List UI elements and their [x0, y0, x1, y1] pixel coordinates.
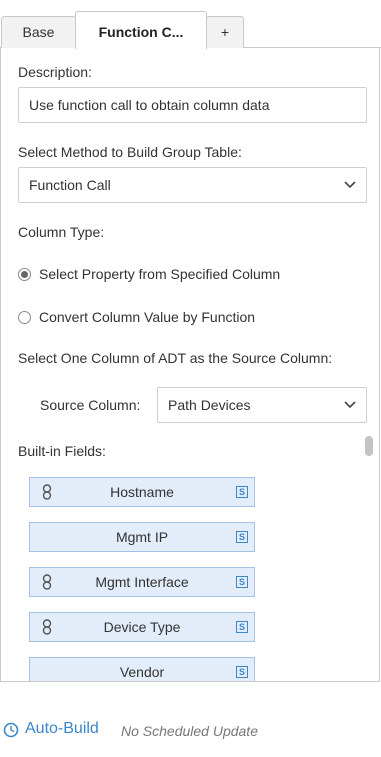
radio-checked-icon[interactable] [18, 268, 31, 281]
string-type-icon: S [236, 486, 248, 498]
description-label: Description: [18, 64, 92, 80]
tab-base[interactable]: Base [1, 16, 76, 48]
radio-convert-value[interactable]: Convert Column Value by Function [18, 307, 255, 327]
radio-unchecked-icon[interactable] [18, 311, 31, 324]
description-input[interactable]: Use function call to obtain column data [18, 87, 367, 123]
auto-build-link[interactable]: Auto-Build [25, 720, 99, 738]
field-item-mgmt-interface[interactable]: Mgmt Interface S [29, 567, 255, 597]
scrollbar-thumb[interactable] [365, 436, 373, 456]
field-item-label: Mgmt Interface [95, 574, 189, 590]
footer-bar: Auto-Build No Scheduled Update [0, 710, 381, 750]
schedule-status: No Scheduled Update [121, 723, 258, 739]
field-item-label: Mgmt IP [115, 529, 169, 545]
link-icon [42, 574, 52, 590]
radio-select-property-label: Select Property from Specified Column [39, 266, 281, 282]
method-select-value: Function Call [29, 177, 111, 193]
builtin-fields-label: Built-in Fields: [18, 443, 106, 459]
method-select[interactable]: Function Call [18, 167, 367, 203]
field-item-vendor[interactable]: Vendor S [29, 657, 255, 681]
field-item-mgmt-ip[interactable]: Mgmt IP S [29, 522, 255, 552]
add-tab-button[interactable]: + [206, 16, 244, 48]
field-item-device-type[interactable]: Device Type S [29, 612, 255, 642]
tab-bar: Base Function C... + [0, 0, 381, 49]
field-item-label: Device Type [103, 619, 181, 635]
string-type-icon: S [236, 576, 248, 588]
fields-scrollbar[interactable] [363, 434, 375, 676]
source-column-value: Path Devices [168, 397, 251, 413]
radio-convert-value-label: Convert Column Value by Function [39, 309, 256, 325]
chevron-down-icon [344, 181, 356, 189]
string-type-icon: S [236, 531, 248, 543]
string-type-icon: S [236, 621, 248, 633]
field-item-hostname[interactable]: Hostname S [29, 477, 255, 507]
radio-select-property[interactable]: Select Property from Specified Column [18, 264, 280, 284]
string-type-icon: S [236, 666, 248, 678]
builtin-fields-list: Hostname S Mgmt IP S Mgmt Interface S De… [29, 476, 359, 681]
source-heading: Select One Column of ADT as the Source C… [18, 350, 333, 366]
field-item-label: Vendor [119, 664, 165, 680]
column-type-label: Column Type: [18, 224, 105, 240]
clock-icon[interactable] [3, 722, 19, 738]
link-icon [42, 619, 52, 635]
source-column-select[interactable]: Path Devices [157, 387, 367, 423]
tab-function-call[interactable]: Function C... [75, 11, 207, 49]
field-item-label: Hostname [110, 484, 174, 500]
chevron-down-icon [344, 401, 356, 409]
function-call-panel: Description: Use function call to obtain… [0, 48, 380, 682]
link-icon [42, 484, 52, 500]
method-label: Select Method to Build Group Table: [18, 144, 242, 160]
source-column-label: Source Column: [40, 397, 141, 413]
